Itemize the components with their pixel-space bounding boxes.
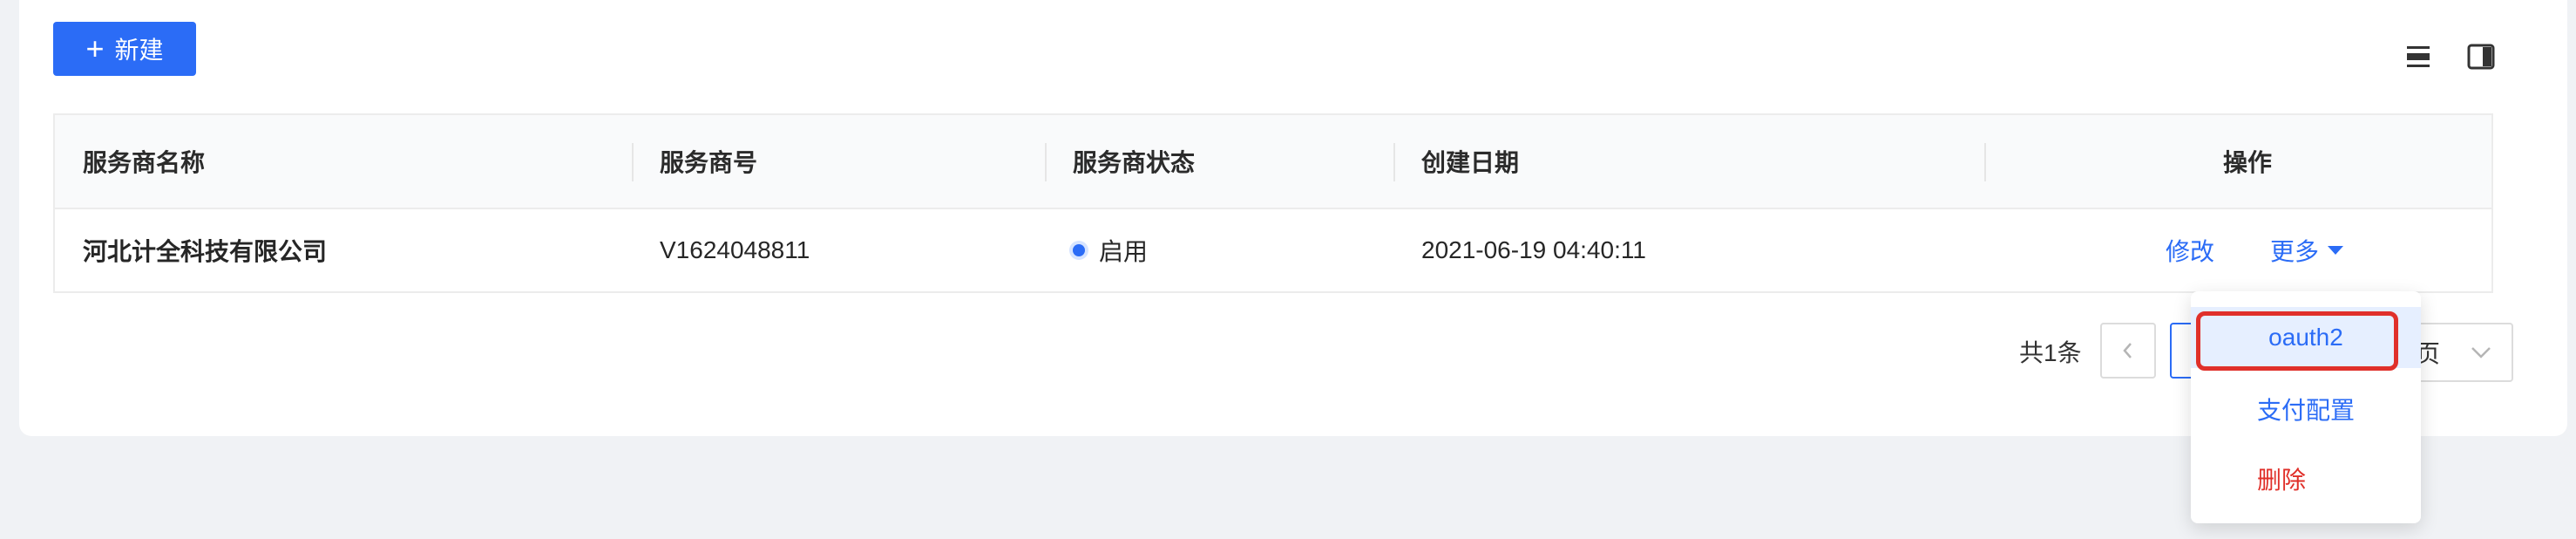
- chevron-left-icon: [2123, 343, 2132, 358]
- status-label: 启用: [1099, 238, 1149, 265]
- column-settings-icon[interactable]: [2466, 42, 2496, 72]
- menu-item-label: 支付配置: [2256, 397, 2355, 424]
- provider-name: 河北计全科技有限公司: [83, 238, 328, 265]
- menu-item-label: oauth2: [2268, 324, 2343, 351]
- column-header-name: 服务商名称: [83, 149, 206, 176]
- provider-status: 启用: [1073, 209, 1148, 291]
- more-link-label: 更多: [2270, 238, 2320, 265]
- column-divider: [632, 143, 634, 181]
- menu-item-delete[interactable]: 删除: [2191, 448, 2421, 509]
- menu-item-oauth2[interactable]: oauth2: [2191, 307, 2421, 368]
- new-button-label: 新建: [114, 37, 164, 64]
- plus-icon: +: [85, 31, 105, 66]
- more-dropdown-trigger[interactable]: 更多: [2270, 209, 2344, 291]
- column-divider: [1984, 143, 1986, 181]
- column-header-status: 服务商状态: [1073, 149, 1196, 176]
- new-button[interactable]: + 新建: [53, 22, 196, 76]
- menu-item-payment-config[interactable]: 支付配置: [2191, 379, 2421, 440]
- more-dropdown-menu: oauth2 支付配置 删除: [2191, 291, 2421, 523]
- column-header-created: 创建日期: [1421, 149, 1520, 176]
- column-header-number: 服务商号: [660, 149, 758, 176]
- density-icon[interactable]: [2403, 42, 2433, 72]
- caret-down-icon: [2328, 246, 2344, 255]
- chevron-down-icon: [2471, 347, 2491, 358]
- column-header-actions: 操作: [2223, 149, 2273, 176]
- edit-link[interactable]: 修改: [2166, 209, 2214, 291]
- column-divider: [1393, 143, 1395, 181]
- pagination-total: 共1条: [2019, 339, 2082, 366]
- edit-link-label: 修改: [2166, 238, 2215, 265]
- prev-page-button[interactable]: [2100, 323, 2156, 379]
- table-header: 服务商名称 服务商号 服务商状态 创建日期 操作: [55, 115, 2491, 209]
- table-row: 河北计全科技有限公司 V1624048811 启用 2021-06-19 04:…: [55, 209, 2491, 291]
- created-date: 2021-06-19 04:40:11: [1421, 236, 1646, 263]
- status-dot-icon: [1073, 244, 1085, 256]
- column-divider: [1045, 143, 1047, 181]
- provider-number: V1624048811: [660, 236, 810, 263]
- service-provider-table: 服务商名称 服务商号 服务商状态 创建日期 操作 河北计全科技有限公司 V162…: [53, 113, 2493, 293]
- menu-item-label: 删除: [2257, 467, 2307, 494]
